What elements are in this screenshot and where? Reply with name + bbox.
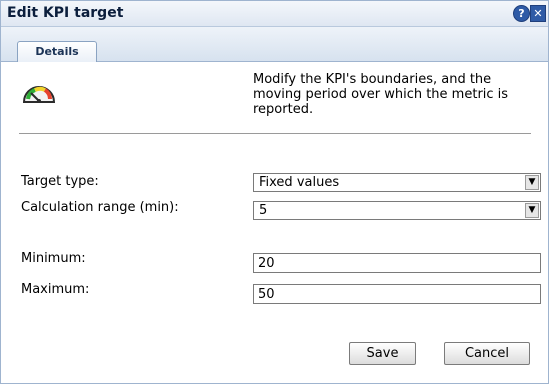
target-type-select[interactable]: Fixed values ▼ xyxy=(253,173,541,192)
calculation-range-value: 5 xyxy=(259,203,268,218)
save-button[interactable]: Save xyxy=(349,342,416,365)
description-text: Modify the KPI's boundaries, and the mov… xyxy=(253,72,509,117)
gauge-icon xyxy=(22,86,56,103)
tab-details[interactable]: Details xyxy=(17,41,97,63)
minimum-label: Minimum: xyxy=(21,251,86,266)
cancel-button[interactable]: Cancel xyxy=(444,342,530,365)
tab-strip: Details xyxy=(1,27,548,63)
dialog-title: Edit KPI target xyxy=(7,5,124,21)
target-type-value: Fixed values xyxy=(259,175,340,190)
details-panel: Modify the KPI's boundaries, and the mov… xyxy=(1,62,548,383)
edit-kpi-dialog: Edit KPI target ? ✕ Details Modify the K… xyxy=(0,0,549,384)
title-bar: Edit KPI target ? ✕ xyxy=(1,1,548,27)
section-divider xyxy=(19,133,531,134)
calculation-range-label: Calculation range (min): xyxy=(21,200,179,215)
target-type-label: Target type: xyxy=(21,174,99,189)
calculation-range-select[interactable]: 5 ▼ xyxy=(253,201,541,220)
maximum-label: Maximum: xyxy=(21,282,90,297)
maximum-input[interactable] xyxy=(253,284,541,304)
chevron-down-icon[interactable]: ▼ xyxy=(525,175,539,190)
close-icon[interactable]: ✕ xyxy=(530,5,546,22)
help-icon[interactable]: ? xyxy=(513,5,530,22)
chevron-down-icon[interactable]: ▼ xyxy=(525,203,539,218)
minimum-input[interactable] xyxy=(253,253,541,273)
